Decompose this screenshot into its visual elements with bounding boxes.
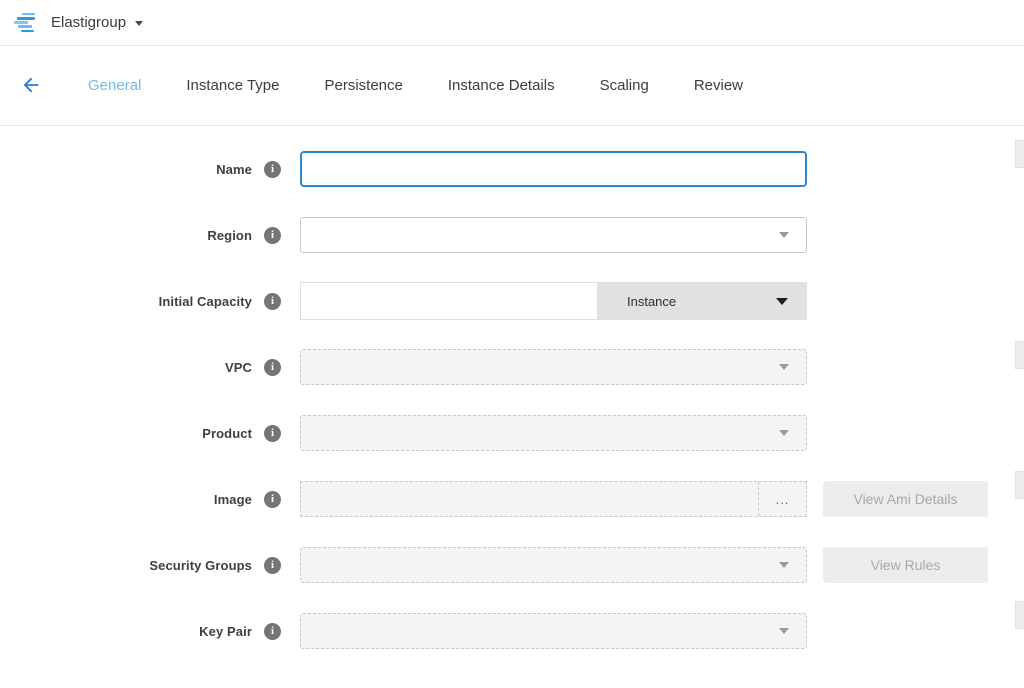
region-label: Region [207,228,252,243]
image-input-group: ... [300,481,807,517]
app-switcher-caret-icon[interactable] [135,21,143,26]
app-name[interactable]: Elastigroup [51,14,126,31]
initial-capacity-info-icon[interactable]: i [264,293,281,310]
tab-review[interactable]: Review [694,77,743,94]
name-info-icon[interactable]: i [264,161,281,178]
chevron-down-icon [779,562,789,568]
name-label: Name [216,162,252,177]
vpc-label: VPC [225,360,252,375]
capacity-unit-select[interactable]: Instance [597,282,807,320]
initial-capacity-input[interactable] [300,282,597,320]
app-header: Elastigroup [0,0,1024,46]
image-info-icon[interactable]: i [264,491,281,508]
image-browse-button[interactable]: ... [758,482,806,516]
form-row-vpc: VPC i [0,348,1024,386]
capacity-unit-value: Instance [627,294,676,309]
key-pair-info-icon[interactable]: i [264,623,281,640]
key-pair-select [300,613,807,649]
product-select [300,415,807,451]
wizard-tab-bar: General Instance Type Persistence Instan… [0,46,1024,126]
form-row-initial-capacity: Initial Capacity i Instance [0,282,1024,320]
edge-cutoff-element [1015,341,1024,369]
region-select[interactable] [300,217,807,253]
chevron-down-icon [779,430,789,436]
view-ami-details-button[interactable]: View Ami Details [823,481,988,517]
vpc-select [300,349,807,385]
tab-general[interactable]: General [88,77,141,94]
edge-cutoff-element [1015,471,1024,499]
security-groups-select [300,547,807,583]
product-info-icon[interactable]: i [264,425,281,442]
key-pair-label: Key Pair [199,624,252,639]
chevron-down-icon [779,232,789,238]
chevron-down-icon [779,628,789,634]
form-row-product: Product i [0,414,1024,452]
image-input [301,482,758,516]
edge-cutoff-element [1015,140,1024,168]
view-rules-button[interactable]: View Rules [823,547,988,583]
general-settings-form: Name i Region i Initial Capacity i Insta… [0,126,1024,650]
region-info-icon[interactable]: i [264,227,281,244]
name-input[interactable] [300,151,807,187]
form-row-region: Region i [0,216,1024,254]
form-row-security-groups: Security Groups i View Rules [0,546,1024,584]
security-groups-info-icon[interactable]: i [264,557,281,574]
form-row-image: Image i ... View Ami Details [0,480,1024,518]
vpc-info-icon[interactable]: i [264,359,281,376]
tab-persistence[interactable]: Persistence [325,77,403,94]
edge-cutoff-element [1015,601,1024,629]
tab-instance-details[interactable]: Instance Details [448,77,555,94]
security-groups-label: Security Groups [149,558,252,573]
form-row-name: Name i [0,150,1024,188]
tab-scaling[interactable]: Scaling [600,77,649,94]
product-label: Product [202,426,252,441]
elastigroup-logo-icon [14,13,40,32]
back-arrow-icon[interactable] [20,74,42,96]
tab-instance-type[interactable]: Instance Type [186,77,279,94]
chevron-down-icon [779,364,789,370]
image-label: Image [214,492,252,507]
chevron-down-icon [776,298,788,305]
initial-capacity-label: Initial Capacity [159,294,252,309]
wizard-tabs: General Instance Type Persistence Instan… [88,77,788,94]
form-row-key-pair: Key Pair i [0,612,1024,650]
